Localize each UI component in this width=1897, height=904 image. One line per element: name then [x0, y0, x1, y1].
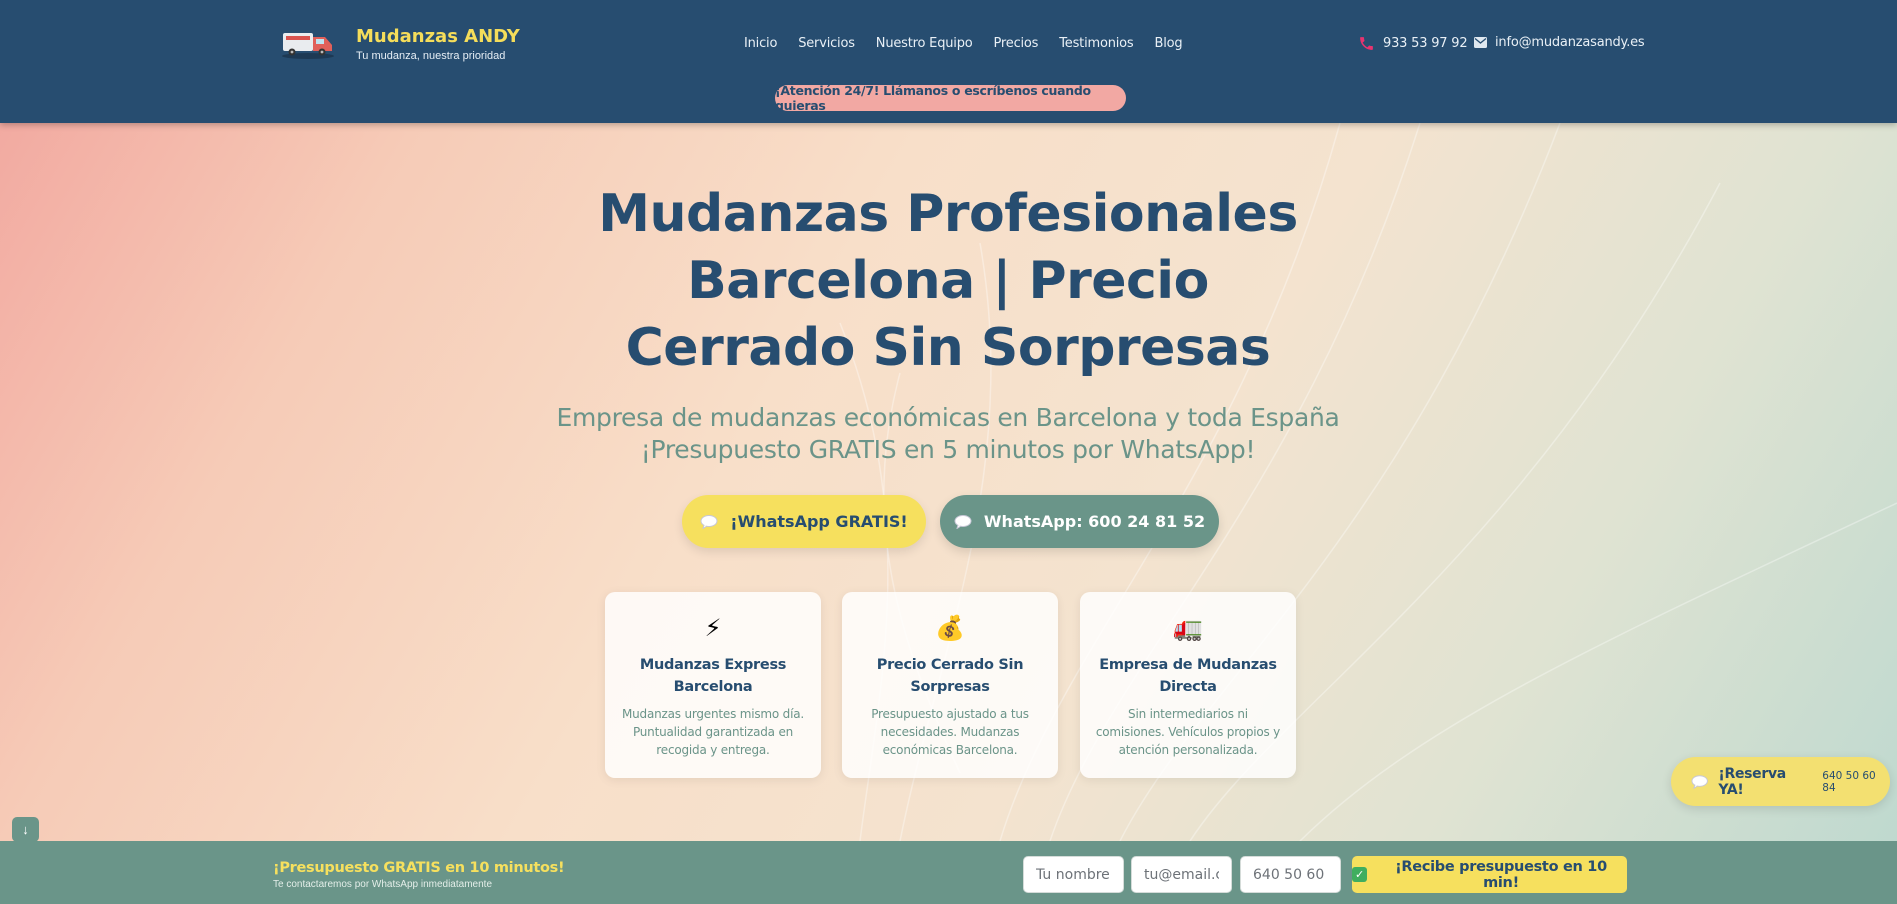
brand-name[interactable]: Mudanzas ANDY	[356, 26, 520, 47]
truck-logo-icon[interactable]	[280, 27, 336, 59]
envelope-icon	[1474, 37, 1487, 48]
phone-icon	[1360, 37, 1373, 50]
money-bag-icon: 💰	[935, 615, 965, 642]
request-quote-label: ¡Recibe presupuesto en 10 min!	[1395, 858, 1607, 891]
whatsapp-free-label: ¡WhatsApp GRATIS!	[730, 512, 908, 531]
nav-link-inicio[interactable]: Inicio	[744, 36, 777, 51]
quote-bar-title: ¡Presupuesto GRATIS en 10 minutos!	[273, 860, 565, 876]
feature-card-title: Empresa de Mudanzas Directa	[1099, 657, 1277, 695]
hero-title-line: Barcelona | Precio	[687, 251, 1209, 311]
hero-section: Mudanzas Profesionales Barcelona | Preci…	[0, 123, 1897, 841]
hero-title-line: Cerrado Sin Sorpresas	[625, 318, 1271, 378]
phone-input[interactable]	[1240, 856, 1341, 893]
nav-link-nuestro-equipo[interactable]: Nuestro Equipo	[876, 36, 973, 51]
header-email-link[interactable]: info@mudanzasandy.es	[1474, 35, 1645, 50]
hero-subtitle-line: ¡Presupuesto GRATIS en 5 minutos por Wha…	[640, 435, 1256, 464]
feature-card-title: Mudanzas Express Barcelona	[639, 657, 787, 695]
quote-bottom-bar: ¡Presupuesto GRATIS en 10 minutos! Te co…	[0, 841, 1897, 904]
reserve-now-button[interactable]: ¡Reserva YA! 640 50 60 84	[1671, 757, 1890, 806]
request-quote-button[interactable]: ✓ ¡Recibe presupuesto en 10 min!	[1352, 856, 1627, 893]
feature-card-direct: 🚛 Empresa de Mudanzas Directa Sin interm…	[1080, 592, 1296, 778]
feature-card-text: Sin intermediarios ni comisiones. Vehícu…	[1095, 707, 1281, 757]
feature-card-text: Presupuesto ajustado a tus necesidades. …	[871, 707, 1029, 757]
feature-card-title: Precio Cerrado Sin Sorpresas	[876, 657, 1024, 695]
header-phone-link[interactable]: 933 53 97 92	[1358, 35, 1468, 52]
brand-tagline: Tu mudanza, nuestra prioridad	[356, 50, 506, 62]
main-nav: Inicio Servicios Nuestro Equipo Precios …	[744, 36, 1183, 51]
reserve-number: 640 50 60 84	[1822, 769, 1876, 794]
nav-link-testimonios[interactable]: Testimonios	[1059, 36, 1133, 51]
whatsapp-number-label: WhatsApp: 600 24 81 52	[983, 512, 1206, 531]
lightning-icon: ⚡	[704, 615, 722, 642]
header-email-address: info@mudanzasandy.es	[1495, 35, 1645, 50]
scroll-down-button[interactable]: ↓	[12, 817, 39, 842]
speech-bubble-icon	[954, 514, 972, 529]
nav-link-precios[interactable]: Precios	[994, 36, 1039, 51]
nav-link-blog[interactable]: Blog	[1154, 36, 1182, 51]
hero-title-line: Mudanzas Profesionales	[598, 184, 1298, 244]
hero-subtitle: Empresa de mudanzas económicas en Barcel…	[448, 402, 1448, 466]
attention-badge: ¡Atención 24/7! Llámanos o escríbenos cu…	[775, 83, 1126, 113]
speech-bubble-icon	[1691, 774, 1708, 789]
whatsapp-number-button[interactable]: WhatsApp: 600 24 81 52	[940, 495, 1219, 548]
nav-link-servicios[interactable]: Servicios	[798, 36, 855, 51]
site-header: Mudanzas ANDY Tu mudanza, nuestra priori…	[0, 0, 1897, 123]
email-input[interactable]	[1131, 856, 1232, 893]
feature-card-price: 💰 Precio Cerrado Sin Sorpresas Presupues…	[842, 592, 1058, 778]
feature-card-text: Mudanzas urgentes mismo día. Puntualidad…	[622, 707, 804, 757]
header-phone-number: 933 53 97 92	[1383, 36, 1468, 51]
name-input[interactable]	[1023, 856, 1124, 893]
whatsapp-free-button[interactable]: ¡WhatsApp GRATIS!	[682, 495, 926, 548]
quote-bar-subtitle: Te contactaremos por WhatsApp inmediatam…	[273, 879, 492, 890]
speech-bubble-icon	[700, 514, 718, 529]
feature-card-express: ⚡ Mudanzas Express Barcelona Mudanzas ur…	[605, 592, 821, 778]
check-icon: ✓	[1352, 867, 1367, 882]
hero-title: Mudanzas Profesionales Barcelona | Preci…	[548, 181, 1348, 382]
reserve-label: ¡Reserva YA!	[1718, 765, 1786, 798]
hero-subtitle-line: Empresa de mudanzas económicas en Barcel…	[556, 403, 1340, 432]
truck-icon: 🚛	[1173, 615, 1203, 642]
